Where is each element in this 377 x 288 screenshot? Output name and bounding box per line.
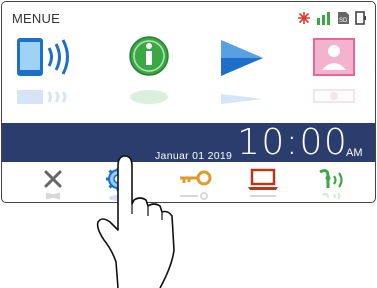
person-icon xyxy=(313,38,355,103)
ampm-label: AM xyxy=(346,147,363,159)
laptop-icon xyxy=(248,168,278,197)
date-label: Januar 01 2019 xyxy=(155,150,233,162)
gear-icon xyxy=(106,168,130,201)
settings-tool[interactable] xyxy=(102,168,146,202)
svg-text:SD: SD xyxy=(339,18,348,24)
key-tool[interactable] xyxy=(174,168,218,202)
info-app[interactable] xyxy=(122,34,180,104)
play-app[interactable] xyxy=(219,34,277,104)
laptop-tool[interactable] xyxy=(245,168,289,202)
info-icon xyxy=(129,36,169,104)
status-bar: SD xyxy=(297,10,367,26)
sd-card-icon: SD xyxy=(338,12,349,24)
device-icon xyxy=(355,11,366,25)
intercom-icon xyxy=(319,169,343,200)
menu-screen: MENUE SD Januar 01 2019 10:00 AM xyxy=(1,1,376,203)
close-icon xyxy=(44,170,62,200)
menu-title: MENUE xyxy=(12,11,60,26)
play-icon xyxy=(221,40,263,104)
time-label: 10:00 xyxy=(237,122,349,163)
no-signal-icon xyxy=(298,12,310,24)
phone-wireless-icon xyxy=(17,38,69,104)
key-icon xyxy=(180,170,212,200)
contact-app[interactable] xyxy=(311,34,369,104)
intercom-app[interactable] xyxy=(14,34,72,104)
door-call-tool[interactable] xyxy=(314,168,358,202)
signal-bars-icon xyxy=(317,12,330,25)
close-tool[interactable] xyxy=(38,168,82,202)
